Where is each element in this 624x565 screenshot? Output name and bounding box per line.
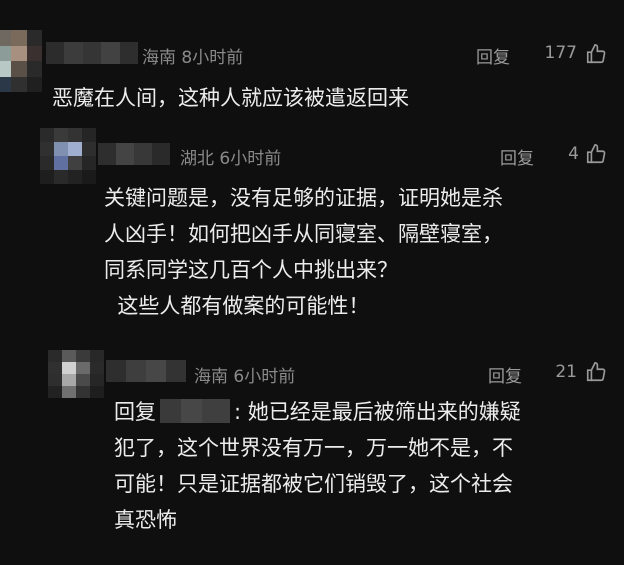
- text-line: 回复 : 她已经是最后被筛出来的嫌疑: [114, 396, 521, 428]
- reply-prefix: 回复: [114, 400, 156, 424]
- comment-3: 海南 6小时前 回复 21 回复 : 她已经是最后被筛出来的嫌疑 犯了，这个世界没…: [0, 0, 624, 565]
- mention-blurred[interactable]: [160, 399, 230, 423]
- thumbs-up-icon[interactable]: [585, 361, 607, 383]
- comment-meta: 海南 6小时前: [194, 362, 295, 387]
- comment-text: 回复 : 她已经是最后被筛出来的嫌疑 犯了，这个世界没有万一，万一她不是，不 可能…: [114, 396, 521, 536]
- text-line: 可能！只是证据都被它们销毁了，这个社会: [114, 472, 513, 496]
- text-line: 真恐怖: [114, 508, 177, 532]
- reply-text: : 她已经是最后被筛出来的嫌疑: [234, 400, 521, 424]
- reply-button[interactable]: 回复: [488, 362, 522, 387]
- like-count: 21: [555, 362, 577, 382]
- avatar[interactable]: [48, 350, 104, 398]
- text-line: 犯了，这个世界没有万一，万一她不是，不: [114, 436, 513, 460]
- location: 海南: [194, 367, 228, 387]
- timestamp: 6小时前: [233, 367, 296, 387]
- username-blurred[interactable]: [106, 360, 186, 382]
